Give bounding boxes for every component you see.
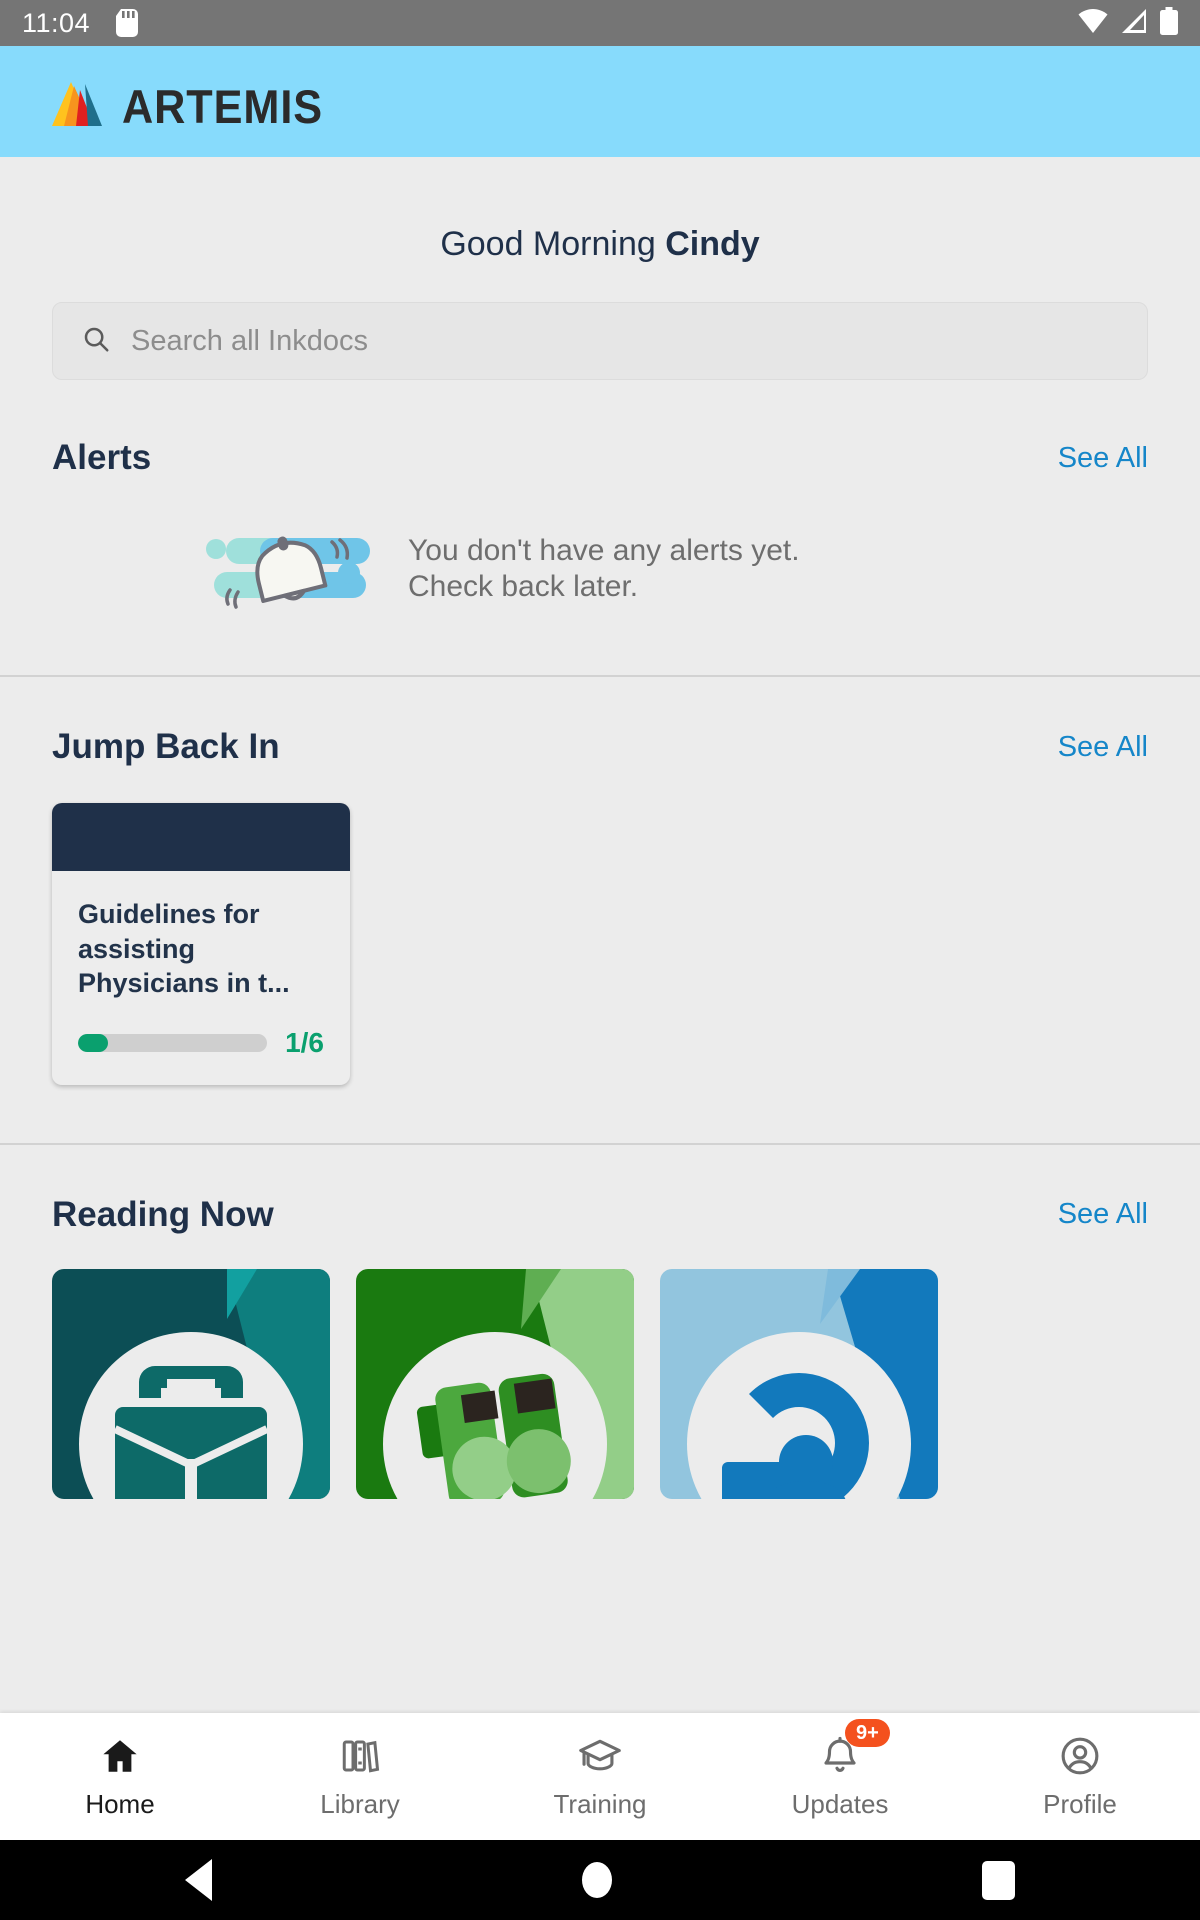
nav-item-home[interactable]: Home [0, 1733, 240, 1820]
status-time: 11:04 [22, 7, 91, 38]
alerts-section: Alerts See All You don't have any alerts… [0, 380, 1200, 677]
app-screen: 11:04 ARTEMIS Good Morning Cindy Search … [0, 0, 1200, 1920]
jump-back-in-see-all-link[interactable]: See All [1058, 731, 1148, 764]
search-input[interactable] [131, 324, 1119, 358]
nav-item-training[interactable]: Training [480, 1733, 720, 1820]
alerts-see-all-link[interactable]: See All [1058, 442, 1148, 475]
nav-label-training: Training [553, 1789, 647, 1819]
greeting-name: Cindy [665, 225, 760, 263]
android-recents-button[interactable] [982, 1860, 1015, 1900]
jump-back-in-card-list: Guidelines for assisting Physicians in t… [0, 767, 1200, 1085]
status-bar: 11:04 [0, 0, 1200, 46]
brand-logo[interactable]: ARTEMIS [52, 74, 341, 130]
nav-label-profile: Profile [1043, 1789, 1117, 1819]
progress-label: 1/6 [285, 1026, 324, 1058]
alerts-empty-state: You don't have any alerts yet. Check bac… [0, 478, 1200, 617]
card-title: Guidelines for assisting Physicians in t… [78, 899, 290, 999]
search-icon [81, 324, 111, 359]
greeting: Good Morning Cindy [0, 157, 1200, 264]
brand-name: ARTEMIS [122, 79, 324, 133]
updates-badge: 9+ [845, 1719, 890, 1747]
wifi-icon [1078, 8, 1108, 39]
card-body: Guidelines for assisting Physicians in t… [52, 871, 350, 1001]
jump-back-in-section: Jump Back In See All Guidelines for assi… [0, 677, 1200, 1145]
greeting-prefix: Good Morning [440, 225, 666, 263]
briefcase-icon [52, 1268, 330, 1499]
card-cover [52, 803, 350, 871]
reading-now-header: Reading Now See All [0, 1195, 1200, 1235]
jump-back-in-card[interactable]: Guidelines for assisting Physicians in t… [52, 803, 350, 1085]
reading-now-card[interactable] [52, 1268, 330, 1499]
account-circle-icon [1058, 1733, 1102, 1779]
android-navigation-bar [0, 1840, 1200, 1920]
nav-label-library: Library [320, 1789, 400, 1819]
broadcast-person-icon [660, 1268, 938, 1499]
android-back-button[interactable] [185, 1859, 212, 1901]
bottom-navigation: Home Library Training 9+ Updates Profile [0, 1713, 1200, 1840]
jump-back-in-header: Jump Back In See All [0, 727, 1200, 767]
alerts-header: Alerts See All [0, 438, 1200, 478]
reading-now-card[interactable] [660, 1268, 938, 1499]
reading-now-card[interactable] [356, 1268, 634, 1499]
sd-card-icon [116, 9, 139, 37]
battery-icon [1160, 6, 1178, 40]
main-content: Good Morning Cindy Alerts See All [0, 157, 1200, 1713]
status-icons [1078, 6, 1178, 40]
cellular-signal-icon [1120, 8, 1148, 39]
reading-now-see-all-link[interactable]: See All [1058, 1198, 1148, 1231]
android-home-button[interactable] [582, 1862, 612, 1898]
alerts-empty-line2: Check back later. [408, 569, 639, 603]
home-icon [99, 1733, 141, 1779]
binoculars-icon [356, 1268, 634, 1499]
library-books-icon [339, 1733, 381, 1779]
search-bar[interactable] [52, 302, 1148, 380]
nav-item-profile[interactable]: Profile [960, 1733, 1200, 1820]
progress-track [78, 1033, 268, 1052]
app-bar: ARTEMIS [0, 46, 1200, 157]
nav-item-updates[interactable]: 9+ Updates [720, 1719, 960, 1820]
alerts-title: Alerts [52, 438, 152, 477]
reading-now-title: Reading Now [52, 1194, 274, 1234]
progress-fill [78, 1033, 109, 1052]
nav-label-home: Home [85, 1789, 155, 1819]
card-progress: 1/6 [52, 1027, 350, 1085]
reading-now-section: Reading Now See All [0, 1145, 1200, 1499]
graduation-cap-icon [578, 1733, 622, 1779]
jump-back-in-title: Jump Back In [52, 727, 280, 766]
nav-item-library[interactable]: Library [240, 1733, 480, 1820]
reading-now-card-list [0, 1235, 1200, 1499]
empty-bell-illustration-icon [200, 520, 380, 617]
alerts-empty-line1: You don't have any alerts yet. [408, 534, 800, 568]
alerts-empty-message: You don't have any alerts yet. Check bac… [408, 533, 800, 604]
nav-label-updates: Updates [791, 1789, 889, 1819]
bell-icon: 9+ [819, 1719, 890, 1779]
artemis-mountain-logo-icon [52, 74, 108, 130]
